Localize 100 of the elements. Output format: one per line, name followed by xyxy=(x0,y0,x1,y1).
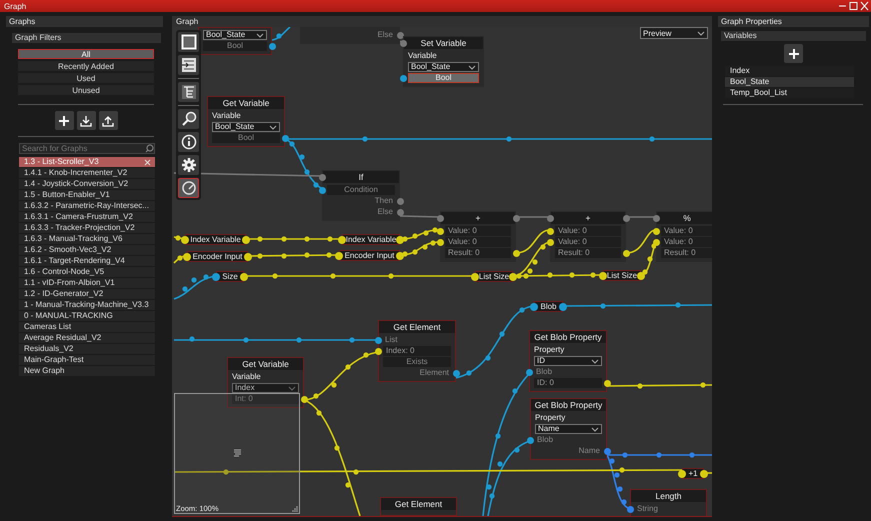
value-field[interactable]: Index: 0 xyxy=(383,346,451,356)
value-field[interactable]: Value: 0 xyxy=(555,226,621,236)
graph-list-item[interactable]: 0 - MANUAL-TRACKING xyxy=(19,311,155,321)
tool-button[interactable] xyxy=(178,132,199,152)
variable-dropdown[interactable]: ID xyxy=(534,356,602,366)
graph-node[interactable]: % Value: 0 Value: 0 Result: 0 xyxy=(656,211,712,262)
graph-node[interactable]: Get Element List Index: 0 Exists Element xyxy=(378,320,456,382)
graph-node[interactable]: Get Blob Property Property Name Blob Name xyxy=(530,398,607,460)
port-dot[interactable] xyxy=(652,228,660,234)
tool-button[interactable] xyxy=(178,82,199,102)
value-field[interactable]: Result: 0 xyxy=(661,248,712,258)
graph-list-item[interactable]: Main-Graph-Test xyxy=(19,355,155,365)
port-dot[interactable] xyxy=(400,74,406,82)
port-dot[interactable] xyxy=(526,436,534,444)
graph-list-item[interactable]: 1.6.3.1 - Camera-Frustrum_V2 xyxy=(19,212,155,222)
graph-node[interactable]: If Condition Then Else xyxy=(322,170,400,221)
filter-button[interactable]: Unused xyxy=(18,85,154,95)
resize-grip-icon[interactable] xyxy=(292,506,298,512)
maximize-icon[interactable] xyxy=(849,1,858,11)
variable-node[interactable]: Index Variable xyxy=(185,234,246,245)
value-field[interactable]: Value: 0 xyxy=(661,237,712,247)
graph-list-item[interactable]: 1.6.3.2 - Parametric-Ray-Intersec... xyxy=(19,201,155,211)
port-dot[interactable] xyxy=(652,214,660,222)
add-button[interactable] xyxy=(54,111,74,130)
graph-node[interactable]: Else xyxy=(300,27,400,44)
variable-item[interactable]: Index xyxy=(725,66,854,76)
graph-list-item[interactable]: 1.4 - Joystick-Conversion_V2 xyxy=(19,179,155,189)
graph-node[interactable]: Set Variable Variable Bool_State Bool xyxy=(403,36,484,87)
value-field[interactable]: Result: 0 xyxy=(445,248,511,258)
graph-list-item[interactable]: 1.3 - List-Scroller_V3 xyxy=(19,157,155,167)
graph-list-item[interactable]: 1.1 - vID-From-Albion_V1 xyxy=(19,278,155,288)
graph-list-item[interactable]: 1.6.1 - Target-Rendering_V4 xyxy=(19,256,155,266)
port-dot[interactable] xyxy=(546,228,554,234)
variable-dropdown[interactable]: Name xyxy=(535,424,602,434)
add-variable-button[interactable] xyxy=(784,44,803,63)
remove-icon[interactable] xyxy=(144,158,151,166)
port-dot[interactable] xyxy=(318,174,326,180)
variable-node[interactable]: Encoder Input xyxy=(339,250,400,261)
view-dropdown[interactable]: Preview xyxy=(640,27,708,39)
value-field[interactable]: Result: 0 xyxy=(555,248,621,258)
tool-button[interactable] xyxy=(178,55,199,75)
value-button[interactable]: Bool xyxy=(408,73,479,83)
variable-node[interactable]: List Size xyxy=(475,271,513,282)
port-dot[interactable] xyxy=(626,506,634,512)
port-dot[interactable] xyxy=(212,272,220,280)
filter-button[interactable]: All xyxy=(18,49,154,59)
tool-button[interactable] xyxy=(178,109,199,129)
close-icon[interactable] xyxy=(860,1,869,11)
graph-list-item[interactable]: Residuals_V2 xyxy=(19,344,155,354)
graph-node[interactable]: + Value: 0 Value: 0 Result: 0 xyxy=(550,211,626,262)
filter-button[interactable]: Recently Added xyxy=(18,61,154,71)
value-field[interactable]: Value: 0 xyxy=(445,237,511,247)
port-dot[interactable] xyxy=(599,272,607,280)
tool-button[interactable] xyxy=(178,155,199,175)
value-field[interactable]: Value: 0 xyxy=(555,237,621,247)
graph-list-item[interactable]: 1 - Manual-Tracking-Machine_V3.3 xyxy=(19,300,155,310)
variable-node[interactable]: Index Variable xyxy=(342,234,400,245)
filter-button[interactable]: Used xyxy=(18,73,154,83)
value-field[interactable]: ID: 0 xyxy=(534,378,602,388)
port-dot[interactable] xyxy=(546,214,554,222)
variable-dropdown[interactable]: Bool_State xyxy=(203,30,267,40)
variable-item[interactable]: Bool_State xyxy=(725,77,854,87)
graph-list-item[interactable]: 1.6.2 - Smooth-Vec3_V2 xyxy=(19,245,155,255)
port-dot[interactable] xyxy=(335,252,343,260)
search-field[interactable]: Search for Graphs xyxy=(19,143,155,154)
upload-button[interactable] xyxy=(98,111,118,130)
value-field[interactable]: Value: 0 xyxy=(445,226,511,236)
port-dot[interactable] xyxy=(436,238,444,246)
port-dot[interactable] xyxy=(374,336,382,344)
port-dot[interactable] xyxy=(338,236,346,244)
graph-list-item[interactable]: 1.6.3 - Manual-Tracking_V6 xyxy=(19,234,155,244)
graph-list-item[interactable]: 1.2 - ID-Generator_V2 xyxy=(19,289,155,299)
port-dot[interactable] xyxy=(181,236,189,244)
variable-node[interactable]: List Size xyxy=(603,270,641,281)
graph-list-item[interactable]: Average Residual_V2 xyxy=(19,333,155,343)
graph-node[interactable]: + Value: 0 Value: 0 Result: 0 xyxy=(440,211,516,262)
variable-dropdown[interactable]: Bool_State xyxy=(408,62,479,72)
variable-item[interactable]: Temp_Bool_List xyxy=(725,88,854,98)
graph-node[interactable]: Bool_State Bool xyxy=(198,27,272,55)
port-dot[interactable] xyxy=(471,272,479,280)
graph-list-item[interactable]: Cameras List xyxy=(19,322,155,332)
port-dot[interactable] xyxy=(436,214,444,222)
graph-node[interactable]: Get Blob Property Property ID Blob ID: 0 xyxy=(529,330,607,392)
graph-list-item[interactable]: 1.6 - Control-Node_V5 xyxy=(19,267,155,277)
graph-node[interactable]: Get Element xyxy=(380,497,457,516)
graph-list-item[interactable]: New Graph xyxy=(19,366,155,376)
graph-list-item[interactable]: 1.5 - Button-Enabler_V1 xyxy=(19,190,155,200)
tool-button[interactable] xyxy=(178,32,199,52)
tool-button[interactable] xyxy=(178,178,199,198)
variable-dropdown[interactable]: Bool_State xyxy=(212,122,280,132)
graph-node[interactable]: Length String xyxy=(630,489,707,516)
graph-list-item[interactable]: 1.6.3.3 - Tracker-Projection_V2 xyxy=(19,223,155,233)
port-dot[interactable] xyxy=(526,368,532,376)
port-dot[interactable] xyxy=(652,238,660,246)
download-button[interactable] xyxy=(76,111,96,130)
graph-list-item[interactable]: 1.4.1 - Knob-Incrementer_V2 xyxy=(19,168,155,178)
port-dot[interactable] xyxy=(530,302,538,310)
value-field[interactable]: Value: 0 xyxy=(661,226,712,236)
graph-node[interactable]: Get Variable Variable Bool_State Bool xyxy=(207,96,285,147)
port-dot[interactable] xyxy=(546,238,554,246)
